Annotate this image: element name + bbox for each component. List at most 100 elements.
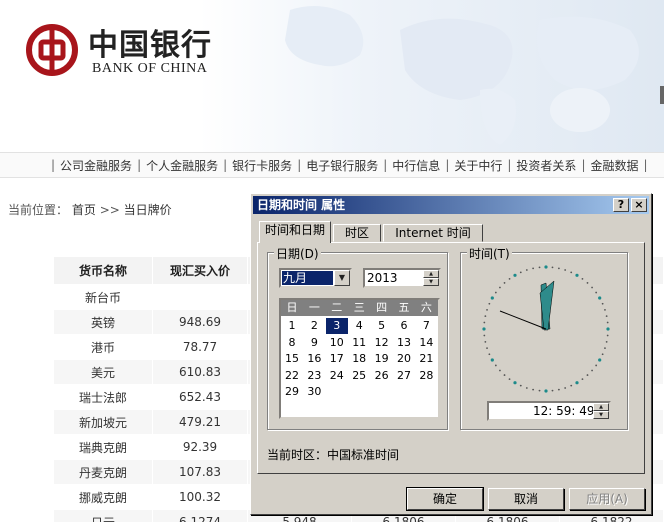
calendar-day[interactable]: 6: [393, 318, 415, 334]
clock-tick: [598, 358, 602, 362]
calendar-day[interactable]: 4: [348, 318, 370, 334]
breadcrumb-current[interactable]: 当日牌价: [124, 203, 172, 217]
calendar-day[interactable]: 7: [415, 318, 437, 334]
buy-rate-cell: 92.39: [152, 434, 248, 460]
calendar-day[interactable]: 21: [415, 351, 437, 367]
apply-button[interactable]: 应用(A): [569, 488, 645, 510]
month-calendar[interactable]: 日一二三四五六 1 2 3 4 5 6 7 8 9 10 11 12 13 14 15 16 17 18 19 20 2…: [279, 298, 440, 419]
calendar-day[interactable]: 2: [303, 318, 325, 334]
clock-tick: [519, 271, 522, 274]
weekday-label: 五: [398, 301, 410, 314]
clock-tick: [483, 321, 486, 324]
clock-tick: [564, 387, 567, 389]
calendar-day[interactable]: 18: [348, 351, 370, 367]
clock-tick: [538, 266, 541, 269]
calendar-day[interactable]: 30: [303, 384, 325, 400]
calendar-day[interactable]: 10: [326, 335, 348, 351]
calendar-day[interactable]: 25: [348, 368, 370, 384]
breadcrumb-home-link[interactable]: 首页: [72, 203, 96, 217]
clock-tick: [490, 296, 494, 300]
weekday-label: 三: [353, 301, 365, 314]
close-button[interactable]: ×: [631, 198, 647, 212]
calendar-day[interactable]: 23: [303, 368, 325, 384]
year-spinner[interactable]: 2013 ▲ ▼: [363, 268, 441, 288]
calendar-day[interactable]: 13: [393, 335, 415, 351]
date-group-label: 日期(D): [274, 245, 321, 262]
nav-financial-data[interactable]: 金融数据: [590, 157, 638, 174]
clock-tick: [532, 388, 535, 391]
calendar-weekday-header: 日一二三四五六: [281, 300, 438, 316]
clock-tick: [586, 374, 589, 376]
nav-boc-info[interactable]: 中行信息: [392, 157, 440, 174]
clock-tick: [604, 308, 606, 311]
date-time-properties-dialog: 日期和时间 属性 ? × 时间和日期 时区 Internet 时间 日期(D) …: [250, 193, 652, 515]
currency-name-cell: 日元: [53, 509, 153, 522]
breadcrumb-label: 当前位置：: [8, 203, 69, 217]
calendar-day[interactable]: 17: [326, 351, 348, 367]
clock-tick: [538, 389, 541, 392]
calendar-day[interactable]: 14: [415, 335, 437, 351]
clock-tick: [601, 302, 604, 305]
calendar-day[interactable]: 28: [415, 368, 437, 384]
spin-down-icon[interactable]: ▼: [423, 278, 439, 286]
clock-tick: [598, 296, 602, 300]
nav-corporate-banking[interactable]: 公司金融服务: [60, 157, 132, 174]
cancel-button[interactable]: 取消: [488, 488, 564, 510]
currency-name-cell: 瑞典克朗: [53, 434, 153, 460]
calendar-day[interactable]: 1: [281, 318, 303, 334]
clock-tick: [551, 389, 554, 392]
calendar-day[interactable]: 20: [393, 351, 415, 367]
clock-tick: [591, 369, 593, 372]
chevron-down-icon[interactable]: ▼: [334, 270, 350, 286]
calendar-day[interactable]: 22: [281, 368, 303, 384]
clock-tick: [595, 364, 598, 367]
clock-tick: [595, 291, 598, 294]
clock-tick: [591, 286, 593, 289]
calendar-day[interactable]: 8: [281, 335, 303, 351]
clock-tick: [606, 334, 609, 337]
page-scrollbar-thumb[interactable]: [660, 86, 664, 104]
clock-tick: [483, 334, 486, 337]
clock-tick: [508, 378, 511, 381]
nav-card-services[interactable]: 银行卡服务: [232, 157, 292, 174]
calendar-day[interactable]: 24: [326, 368, 348, 384]
calendar-day[interactable]: 3: [325, 318, 348, 334]
nav-investor-relations[interactable]: 投资者关系: [516, 157, 576, 174]
dialog-titlebar[interactable]: 日期和时间 属性: [253, 196, 649, 214]
tab-internet-time[interactable]: Internet 时间: [383, 224, 483, 242]
calendar-day[interactable]: 11: [348, 335, 370, 351]
nav-e-banking[interactable]: 电子银行服务: [306, 157, 378, 174]
help-button[interactable]: ?: [613, 198, 629, 212]
ok-button[interactable]: 确定: [406, 487, 484, 511]
spin-up-icon[interactable]: ▲: [423, 270, 439, 278]
clock-second-hand: [499, 310, 547, 330]
spin-down-icon[interactable]: ▼: [593, 411, 609, 419]
calendar-day[interactable]: 5: [371, 318, 393, 334]
time-spinner[interactable]: 12: 59: 49 ▲ ▼: [487, 401, 611, 421]
calendar-day[interactable]: 26: [371, 368, 393, 384]
month-select[interactable]: 九月 ▼: [279, 268, 352, 288]
calendar-day[interactable]: 19: [371, 351, 393, 367]
clock-tick: [508, 277, 511, 280]
month-select-value: 九月: [282, 271, 333, 285]
nav-about[interactable]: 关于中行: [454, 157, 502, 174]
calendar-day[interactable]: 29: [281, 384, 303, 400]
calendar-day[interactable]: 27: [393, 368, 415, 384]
clock-tick: [490, 358, 494, 362]
buy-rate-cell: 78.77: [152, 334, 248, 360]
tab-timezone[interactable]: 时区: [333, 224, 381, 242]
buy-rate-cell: [152, 284, 248, 310]
tab-date-time[interactable]: 时间和日期: [259, 221, 331, 243]
buy-rate-cell: 948.69: [152, 309, 248, 335]
calendar-day[interactable]: 16: [303, 351, 325, 367]
currency-name-cell: 瑞士法郎: [53, 384, 153, 410]
main-navigation: | 公司金融服务 | 个人金融服务 | 银行卡服务 | 电子银行服务 | 中行信…: [0, 152, 664, 178]
time-group-label: 时间(T): [467, 245, 512, 262]
calendar-day[interactable]: 9: [303, 335, 325, 351]
spin-up-icon[interactable]: ▲: [593, 403, 609, 411]
calendar-day[interactable]: 12: [371, 335, 393, 351]
buy-rate-cell: 610.83: [152, 359, 248, 385]
nav-personal-banking[interactable]: 个人金融服务: [146, 157, 218, 174]
calendar-day[interactable]: 15: [281, 351, 303, 367]
time-value: 12: 59: 49: [533, 404, 595, 418]
